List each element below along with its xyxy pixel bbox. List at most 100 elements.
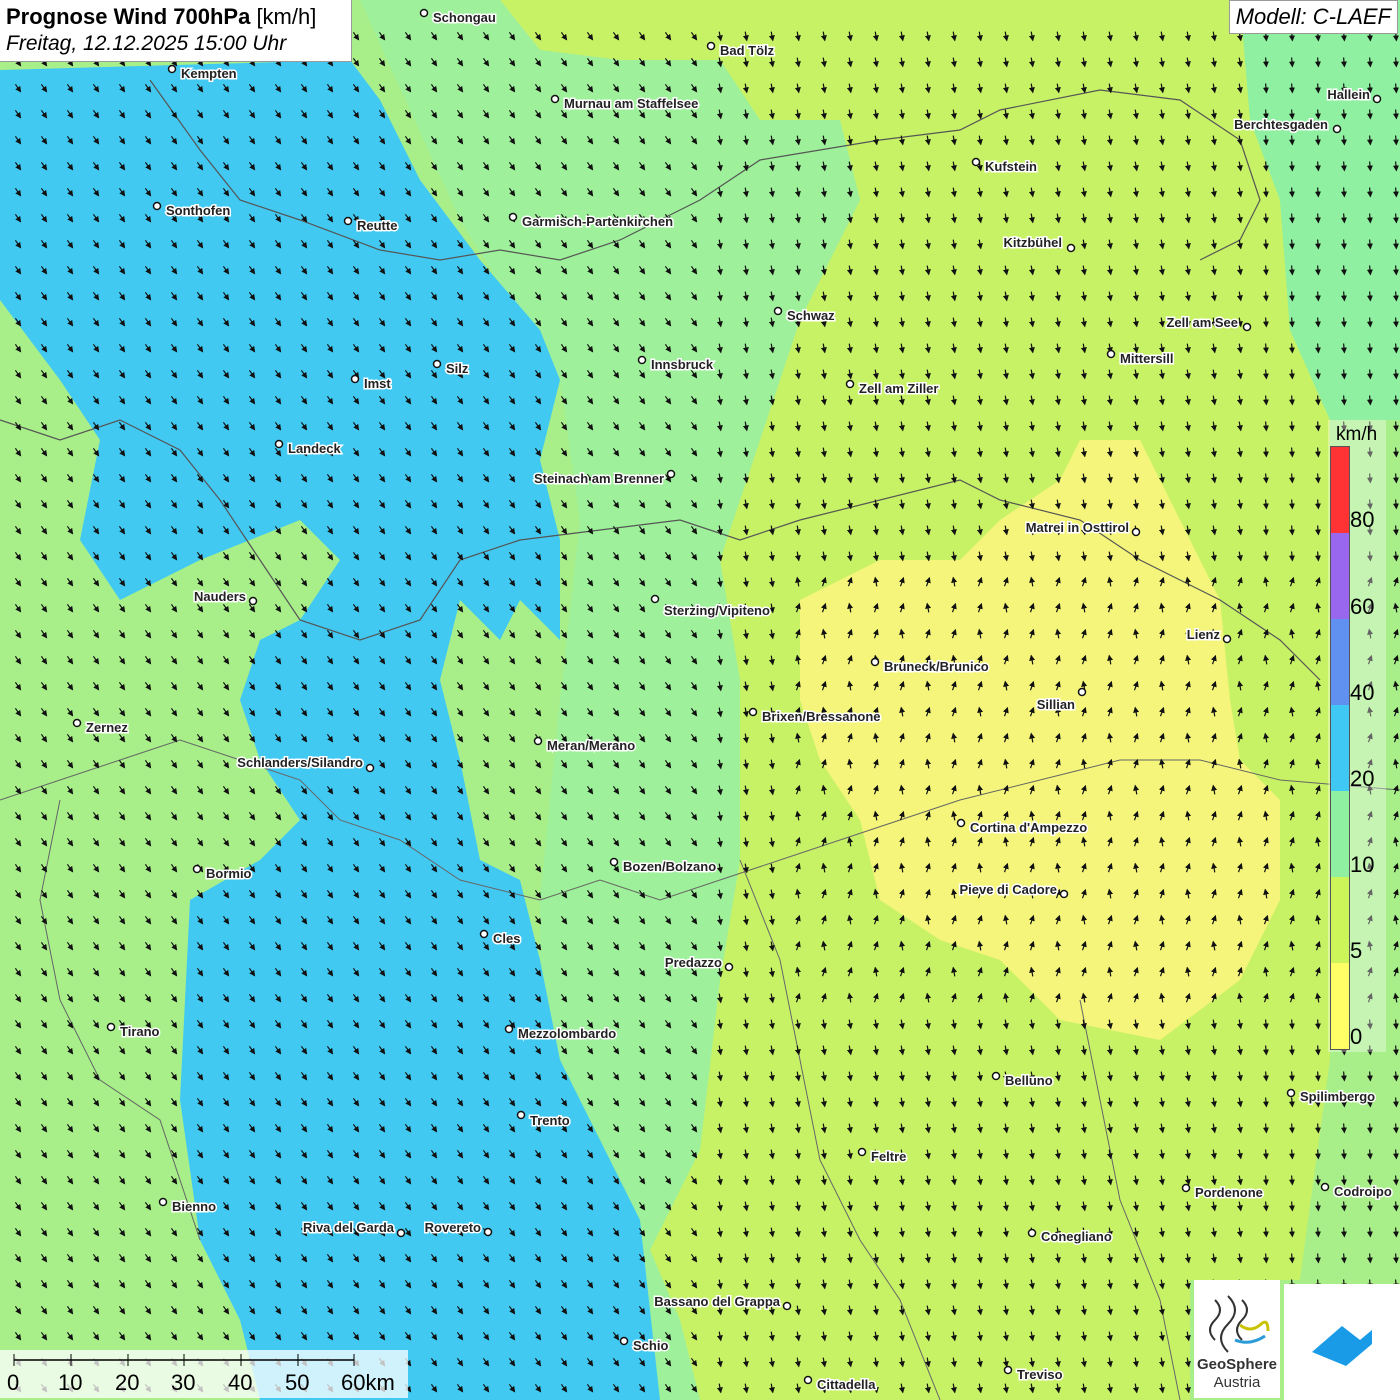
- city-label: Murnau am Staffelsee: [564, 96, 698, 111]
- wind-arrow: [1340, 1149, 1347, 1160]
- city-label: Schwaz: [787, 308, 835, 323]
- wind-arrow: [1366, 369, 1373, 380]
- city-label: Predazzo: [665, 955, 722, 970]
- city-label: Garmisch-Partenkirchen: [522, 214, 673, 229]
- legend-label: 60: [1350, 594, 1375, 619]
- scale-label: 40: [228, 1370, 253, 1395]
- logo-name: GeoSphere: [1196, 1356, 1278, 1373]
- city-label: Nauders: [194, 589, 246, 604]
- wind-arrow: [1392, 1149, 1399, 1160]
- city-label: Hallein: [1327, 87, 1370, 102]
- map-title: Prognose Wind 700hPa [km/h]: [6, 4, 345, 30]
- legend-seg-10: [1331, 791, 1349, 877]
- city-label: Sonthofen: [166, 203, 230, 218]
- wind-arrow: [1262, 1071, 1269, 1082]
- wind-arrow: [1340, 1071, 1347, 1082]
- wind-arrow: [1314, 1175, 1321, 1186]
- wind-arrow: [1340, 1253, 1347, 1264]
- wind-arrow: [1288, 1097, 1295, 1108]
- wind-arrow: [1392, 1123, 1399, 1134]
- city-dot: [533, 736, 543, 746]
- legend-unit: km/h: [1336, 424, 1378, 445]
- city-label: Kitzbühel: [1004, 235, 1063, 250]
- wind-arrow: [1392, 1201, 1399, 1212]
- wind-arrow: [1392, 421, 1399, 432]
- wind-arrow: [1288, 473, 1295, 484]
- wind-arrow: [1262, 1201, 1269, 1212]
- wind-arrow: [1262, 343, 1269, 354]
- wind-arrow: [1314, 1123, 1321, 1134]
- wind-arrow: [1340, 109, 1347, 120]
- city-label: Kufstein: [985, 159, 1037, 174]
- wind-arrow: [1366, 265, 1373, 276]
- city-dot: [857, 1147, 867, 1157]
- city-label: Codroipo: [1334, 1184, 1392, 1199]
- city-dot: [706, 41, 716, 51]
- wind-arrow: [1288, 187, 1295, 198]
- city-label: Bassano del Grappa: [654, 1294, 780, 1309]
- city-dot: [1242, 322, 1252, 332]
- city-dot: [479, 929, 489, 939]
- wind-arrow: [1262, 551, 1269, 562]
- wind-arrow: [1262, 57, 1269, 68]
- city-dot: [1286, 1088, 1296, 1098]
- wind-arrow: [1314, 161, 1321, 172]
- wind-arrow: [1366, 317, 1373, 328]
- city-label: Kempten: [181, 66, 237, 81]
- wind-arrow: [1314, 1149, 1321, 1160]
- city-dot: [1059, 889, 1069, 899]
- city-dot: [650, 594, 660, 604]
- city-dot: [192, 864, 202, 874]
- city-dot: [1222, 634, 1232, 644]
- city-label: Sillian: [1037, 697, 1075, 712]
- wind-arrow: [1392, 187, 1399, 198]
- wind-arrow: [1262, 161, 1269, 172]
- wind-arrow: [1288, 1201, 1295, 1212]
- model-label: Modell: C-LAEF: [1228, 0, 1398, 34]
- city-label: Cles: [493, 931, 520, 946]
- city-dot: [991, 1071, 1001, 1081]
- city-dot: [1320, 1182, 1330, 1192]
- wind-arrow: [1288, 213, 1295, 224]
- wind-arrow: [1288, 1045, 1295, 1056]
- city-dot: [773, 306, 783, 316]
- wind-arrow: [1288, 239, 1295, 250]
- wind-arrow: [1288, 135, 1295, 146]
- wind-map: Schongau Bad Tölz Kempten Murnau am Staffel…: [0, 0, 1400, 1400]
- wind-arrow: [1366, 343, 1373, 354]
- city-dot: [1106, 349, 1116, 359]
- wind-arrow: [1288, 395, 1295, 406]
- wind-arrow: [1262, 1149, 1269, 1160]
- city-dot: [508, 212, 518, 222]
- city-label: Feltre: [871, 1149, 906, 1164]
- city-dot: [72, 718, 82, 728]
- city-label: Matrei in Osttirol: [1026, 520, 1129, 535]
- wind-arrow: [1262, 187, 1269, 198]
- wind-arrow: [1288, 551, 1295, 562]
- city-label: Riva del Garda: [303, 1220, 395, 1235]
- wind-arrow: [1366, 109, 1373, 120]
- wind-arrow: [1288, 525, 1295, 536]
- wind-arrow: [1340, 265, 1347, 276]
- wind-arrow: [1262, 1175, 1269, 1186]
- city-dot: [782, 1301, 792, 1311]
- wind-arrow: [1392, 1071, 1399, 1082]
- city-label: Bienno: [172, 1199, 216, 1214]
- wind-arrow: [1392, 57, 1399, 68]
- wind-arrow: [1366, 57, 1373, 68]
- wind-arrow: [1340, 57, 1347, 68]
- city-label: Pieve di Cadore: [959, 882, 1057, 897]
- wind-arrow: [1340, 291, 1347, 302]
- wind-arrow: [1288, 1123, 1295, 1134]
- legend-seg-20: [1331, 705, 1349, 791]
- city-label: Belluno: [1005, 1073, 1053, 1088]
- wind-arrow: [1392, 343, 1399, 354]
- title-unit: [km/h]: [256, 4, 317, 29]
- wind-arrow: [1262, 421, 1269, 432]
- wind-arrow: [1366, 161, 1373, 172]
- wind-arrow: [1314, 1201, 1321, 1212]
- wind-arrow: [1392, 213, 1399, 224]
- wind-arrow: [1288, 421, 1295, 432]
- city-label: Schlanders/Silandro: [237, 755, 363, 770]
- wind-arrow: [1366, 395, 1373, 406]
